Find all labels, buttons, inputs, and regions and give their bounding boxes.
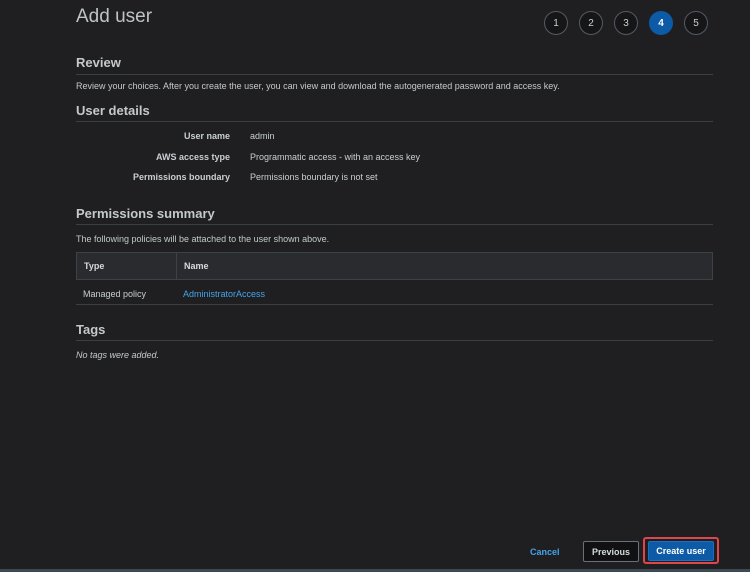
permissions-summary-description: The following policies will be attached … [76, 234, 330, 244]
policy-type-cell: Managed policy [83, 288, 147, 299]
tags-empty-text: No tags were added. [76, 350, 160, 360]
user-name-label: User name [183, 131, 230, 141]
review-heading: Review [76, 55, 121, 70]
access-type-value: Programmatic access - with an access key [250, 152, 421, 162]
tags-divider [76, 340, 713, 341]
add-user-page: Add user 1 2 3 4 5 Review Review your ch… [0, 0, 750, 572]
cancel-button[interactable]: Cancel [530, 543, 560, 561]
tags-heading: Tags [76, 322, 106, 337]
user-details-divider [76, 121, 713, 122]
review-divider [76, 74, 713, 75]
access-type-label: AWS access type [155, 152, 230, 162]
permissions-table: Type Name Managed policy AdministratorAc… [76, 252, 713, 305]
column-header-type: Type [77, 253, 177, 279]
permissions-boundary-value: Permissions boundary is not set [250, 172, 378, 182]
table-header: Type Name [76, 252, 713, 280]
wizard-steps: 1 2 3 4 5 [544, 11, 708, 35]
column-header-name: Name [184, 261, 209, 271]
user-name-value: admin [250, 131, 275, 141]
create-user-button[interactable]: Create user [648, 541, 714, 561]
permissions-boundary-label: Permissions boundary [132, 172, 230, 182]
step-3[interactable]: 3 [614, 11, 638, 35]
policy-name-link[interactable]: AdministratorAccess [176, 289, 265, 299]
step-2[interactable]: 2 [579, 11, 603, 35]
table-row: Managed policy AdministratorAccess [76, 283, 713, 305]
step-5[interactable]: 5 [684, 11, 708, 35]
permissions-summary-divider [76, 224, 713, 225]
step-1[interactable]: 1 [544, 11, 568, 35]
user-details-heading: User details [76, 103, 150, 118]
permissions-summary-heading: Permissions summary [76, 206, 215, 221]
step-4-current[interactable]: 4 [649, 11, 673, 35]
previous-button[interactable]: Previous [583, 541, 639, 562]
review-description: Review your choices. After you create th… [76, 81, 560, 91]
page-title: Add user [76, 6, 153, 27]
